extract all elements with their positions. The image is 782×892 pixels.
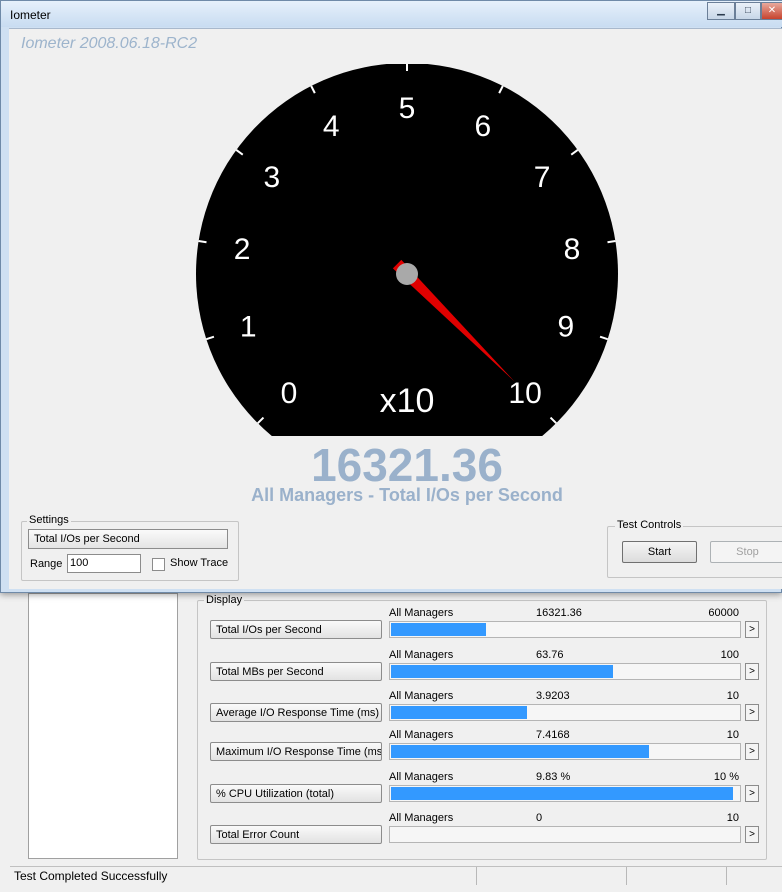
row-bar-fill — [391, 623, 486, 636]
row-value: 3.9203 — [536, 690, 570, 702]
row-bar — [389, 785, 741, 802]
range-input[interactable]: 100 — [67, 554, 141, 573]
status-separator — [726, 867, 727, 885]
row-value: 16321.36 — [536, 607, 582, 619]
row-max: 10 % — [713, 771, 739, 783]
row-expand-button[interactable]: > — [745, 704, 759, 721]
topology-panel[interactable] — [28, 593, 178, 859]
metric-button[interactable]: % CPU Utilization (total) — [210, 784, 382, 803]
metric-button[interactable]: Maximum I/O Response Time (ms) — [210, 742, 382, 761]
row-max: 10 — [726, 690, 739, 702]
gauge-label: 10 — [508, 377, 541, 410]
status-text: Test Completed Successfully — [14, 869, 168, 883]
row-bar-fill — [391, 665, 613, 678]
gauge-label: 8 — [564, 233, 581, 266]
row-bar — [389, 704, 741, 721]
stop-button[interactable]: Stop — [710, 541, 782, 563]
row-max: 10 — [726, 812, 739, 824]
metric-button[interactable]: Total I/Os per Second — [210, 620, 382, 639]
gauge-label: 2 — [234, 233, 251, 266]
row-bar — [389, 743, 741, 760]
status-separator — [476, 867, 477, 885]
gauge-label: 9 — [557, 311, 574, 344]
gauge-label: 0 — [281, 377, 298, 410]
gauge-readout: 16321.36 — [311, 439, 503, 491]
row-max: 100 — [720, 649, 739, 661]
range-label: Range — [30, 558, 63, 570]
gauge-dialog: Iometer ▁ □ ✕ Iometer 2008.06.18-RC2 01 2… — [0, 0, 782, 593]
row-expand-button[interactable]: > — [745, 785, 759, 802]
maximize-button[interactable]: □ — [735, 2, 761, 20]
row-source: All Managers — [389, 607, 454, 619]
row-bar — [389, 621, 741, 638]
gauge-label: 5 — [399, 92, 416, 125]
display-legend: Display — [204, 594, 245, 606]
row-source: All Managers — [389, 771, 454, 783]
gauge-tick — [607, 240, 616, 244]
row-bar-fill — [391, 706, 527, 719]
status-separator — [626, 867, 627, 885]
settings-legend: Settings — [27, 514, 71, 526]
gauge-label: 6 — [474, 110, 491, 143]
row-bar-fill — [391, 787, 733, 800]
gauge-label: 1 — [240, 311, 257, 344]
row-expand-button[interactable]: > — [745, 826, 759, 843]
row-value: 63.76 — [536, 649, 564, 661]
gauge-label: 4 — [323, 110, 340, 143]
gauge-multiplier: x10 — [380, 382, 435, 420]
gauge-tick — [198, 240, 207, 244]
row-bar — [389, 826, 741, 843]
metric-button[interactable]: Total MBs per Second — [210, 662, 382, 681]
show-trace-label[interactable]: Show Trace — [170, 557, 228, 569]
minimize-button[interactable]: ▁ — [707, 2, 735, 20]
start-button[interactable]: Start — [622, 541, 697, 563]
row-value: 9.83 % — [536, 771, 571, 783]
version-label: Iometer 2008.06.18-RC2 — [21, 35, 198, 52]
row-expand-button[interactable]: > — [745, 743, 759, 760]
speedometer-gauge: 01 2 3 4 5 6 7 8 9 10 x10 — [196, 64, 618, 436]
window-title: Iometer — [10, 8, 51, 22]
row-source: All Managers — [389, 649, 454, 661]
gauge-label: 7 — [534, 161, 551, 194]
row-max: 10 — [726, 729, 739, 741]
row-source: All Managers — [389, 812, 454, 824]
row-bar — [389, 663, 741, 680]
title-bar[interactable] — [1, 1, 782, 27]
metric-button[interactable]: Total Error Count — [210, 825, 382, 844]
row-expand-button[interactable]: > — [745, 621, 759, 638]
metric-button[interactable]: Average I/O Response Time (ms) — [210, 703, 382, 722]
row-source: All Managers — [389, 729, 454, 741]
row-bar-fill — [391, 745, 649, 758]
row-max: 60000 — [708, 607, 739, 619]
close-button[interactable]: ✕ — [761, 2, 782, 20]
row-value: 0 — [536, 812, 543, 824]
test-controls-legend: Test Controls — [615, 519, 684, 531]
metric-select-button[interactable]: Total I/Os per Second — [28, 529, 228, 549]
show-trace-checkbox[interactable] — [152, 558, 165, 571]
gauge-hub — [396, 263, 418, 285]
row-expand-button[interactable]: > — [745, 663, 759, 680]
row-source: All Managers — [389, 690, 454, 702]
gauge-readout-label: All Managers - Total I/Os per Second — [251, 485, 563, 505]
gauge-label: 3 — [264, 161, 281, 194]
row-value: 7.4168 — [536, 729, 570, 741]
